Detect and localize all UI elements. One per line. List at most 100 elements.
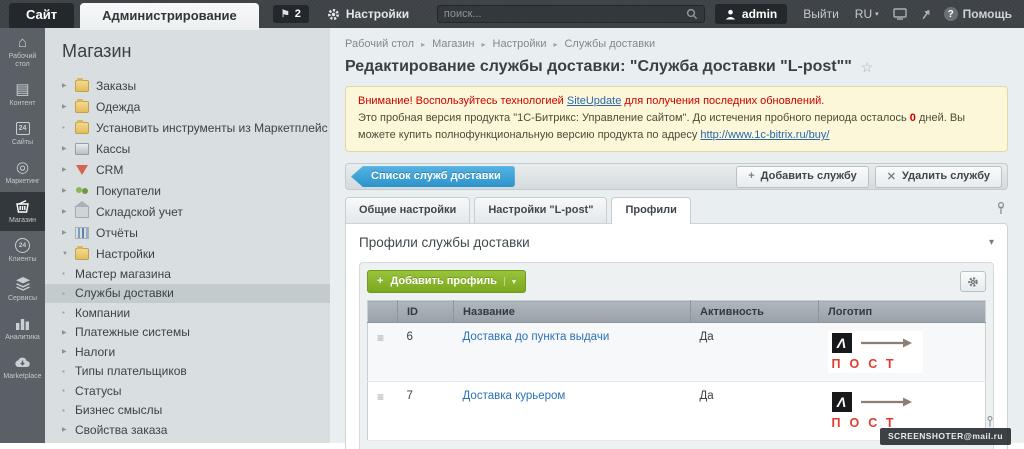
breadcrumb-link[interactable]: Рабочий стол bbox=[345, 38, 414, 50]
profile-link[interactable]: Доставка до пункта выдачи bbox=[463, 331, 610, 343]
breadcrumb-link[interactable]: Настройки bbox=[493, 38, 547, 50]
admin-tab[interactable]: Администрирование bbox=[80, 3, 259, 30]
submenu-item-payer-types[interactable]: ▪ Типы плательщиков bbox=[62, 362, 330, 382]
lpost-logo: Λ ПОСТ bbox=[827, 390, 923, 433]
menu-item-settings[interactable]: ▼ Настройки bbox=[62, 243, 330, 264]
clients-24-icon: 24 bbox=[1, 236, 44, 254]
topbar: Сайт Администрирование ⚑ 2 Настройки adm… bbox=[0, 0, 1024, 30]
rail-label: Аналитика bbox=[5, 334, 40, 342]
column-header-id[interactable]: ID bbox=[397, 300, 454, 324]
rail-item-sites[interactable]: 24 Сайты bbox=[0, 114, 45, 153]
submenu-item-business-meanings[interactable]: ▪ Бизнес смыслы bbox=[62, 401, 330, 421]
siteupdate-link[interactable]: SiteUpdate bbox=[567, 95, 621, 107]
menu-item-install-tools[interactable]: ▪ Установить инструменты из Маркетплейс bbox=[62, 117, 330, 138]
language-selector[interactable]: RU ▾ bbox=[855, 7, 879, 21]
search-input[interactable] bbox=[443, 8, 686, 20]
rail-item-analytics[interactable]: Аналитика bbox=[0, 309, 45, 348]
question-icon: ? bbox=[943, 7, 958, 21]
notification-count: 2 bbox=[294, 8, 301, 20]
chevron-down-icon: ▾ bbox=[504, 276, 516, 286]
expand-icon[interactable]: ▶ bbox=[62, 208, 75, 215]
submenu-item-statuses[interactable]: ▪ Статусы bbox=[62, 381, 330, 401]
menu-item-label: Платежные системы bbox=[75, 325, 190, 340]
buy-link[interactable]: http://www.1c-bitrix.ru/buy/ bbox=[700, 129, 829, 141]
tab-profiles[interactable]: Профили bbox=[611, 197, 691, 225]
column-header-name[interactable]: Название bbox=[453, 300, 691, 324]
store-menu-panel: Магазин ▶ Заказы ▶ Одежда ▪ Установить и… bbox=[45, 28, 330, 443]
notifications-button[interactable]: ⚑ 2 bbox=[272, 5, 309, 23]
cell-active: Да bbox=[690, 322, 819, 383]
add-service-button[interactable]: + Добавить службу bbox=[736, 165, 869, 188]
submenu-item-companies[interactable]: ▪ Компании bbox=[62, 303, 330, 323]
submenu-item-delivery-services[interactable]: ▪ Службы доставки bbox=[45, 283, 330, 303]
expand-icon[interactable]: ▶ bbox=[62, 426, 75, 433]
cell-id: 7 bbox=[397, 381, 454, 442]
tab-general-settings[interactable]: Общие настройки bbox=[345, 197, 471, 224]
settings-label: Настройки bbox=[345, 7, 410, 21]
expand-icon[interactable]: ▶ bbox=[62, 348, 75, 355]
cell-id: 6 bbox=[397, 322, 454, 383]
submenu-item-order-properties[interactable]: ▶ Свойства заказа bbox=[62, 420, 330, 440]
breadcrumb-link[interactable]: Магазин bbox=[432, 38, 474, 50]
submenu-item-store-wizard[interactable]: ▪ Мастер магазина bbox=[62, 264, 330, 284]
rail-item-content[interactable]: ▤ Контент bbox=[0, 75, 45, 114]
site-tab[interactable]: Сайт bbox=[9, 3, 75, 28]
add-profile-button[interactable]: + Добавить профиль ▾ bbox=[367, 270, 527, 294]
expand-icon[interactable]: ▶ bbox=[62, 329, 75, 336]
user-menu-button[interactable]: admin bbox=[714, 4, 788, 24]
menu-item-clothes[interactable]: ▶ Одежда bbox=[62, 96, 330, 117]
submenu-item-order-archiving[interactable]: ▪ Архивирование заказов bbox=[62, 440, 330, 443]
menu-item-label: Службы доставки bbox=[75, 286, 174, 301]
bullet-icon: ▪ bbox=[62, 405, 65, 415]
rail-item-marketplace[interactable]: Marketplace bbox=[0, 348, 45, 387]
menu-item-label: Бизнес смыслы bbox=[75, 403, 163, 418]
column-header-active[interactable]: Активность bbox=[690, 300, 819, 324]
pin-panel-button[interactable] bbox=[921, 8, 932, 21]
topbar-settings-button[interactable]: Настройки bbox=[327, 7, 409, 21]
rail-item-marketing[interactable]: ◎ Маркетинг bbox=[0, 153, 45, 192]
menu-item-reports[interactable]: ▶ Отчёты bbox=[62, 222, 330, 243]
rail-item-desktop[interactable]: ⌂ Рабочий стол bbox=[0, 28, 45, 75]
expand-icon[interactable]: ▶ bbox=[62, 82, 75, 89]
menu-item-customers[interactable]: ▶ Покупатели bbox=[62, 180, 330, 201]
arrow-right-icon bbox=[860, 338, 912, 348]
pin-form-button[interactable] bbox=[996, 202, 1006, 220]
topbar-search[interactable] bbox=[436, 5, 705, 23]
menu-item-label: Компании bbox=[75, 305, 131, 320]
menu-item-orders[interactable]: ▶ Заказы bbox=[62, 75, 330, 96]
help-button[interactable]: ? Помощь bbox=[943, 7, 1012, 21]
drag-handle-icon[interactable]: ≡ bbox=[377, 331, 384, 345]
menu-item-warehouse[interactable]: ▶ Складской учет bbox=[62, 200, 330, 222]
expand-icon[interactable]: ▶ bbox=[62, 229, 75, 236]
delete-service-button[interactable]: ✕ Удалить службу bbox=[874, 165, 1002, 188]
delivery-list-button[interactable]: Список служб доставки bbox=[351, 166, 515, 188]
expand-icon[interactable]: ▶ bbox=[62, 187, 75, 194]
drag-column-header bbox=[367, 300, 398, 324]
drag-handle-icon[interactable]: ≡ bbox=[377, 390, 384, 404]
grid-settings-button[interactable] bbox=[960, 271, 986, 293]
submenu-item-taxes[interactable]: ▶ Налоги bbox=[62, 342, 330, 362]
rail-item-store[interactable]: Магазин bbox=[0, 192, 45, 232]
menu-item-crm[interactable]: ▶ CRM bbox=[62, 159, 330, 180]
expand-icon[interactable]: ▶ bbox=[62, 145, 75, 152]
desktop-view-button[interactable] bbox=[892, 8, 907, 20]
help-label: Помощь bbox=[962, 7, 1012, 21]
collapse-icon[interactable]: ▼ bbox=[62, 251, 75, 257]
tab-lpost-settings[interactable]: Настройки "L-post" bbox=[474, 197, 608, 224]
folder-icon bbox=[75, 77, 89, 92]
gear-icon bbox=[968, 276, 978, 287]
rail-item-clients[interactable]: 24 Клиенты bbox=[0, 231, 45, 270]
collapse-section-icon[interactable]: ▾ bbox=[989, 237, 994, 248]
favorite-star-icon[interactable]: ☆ bbox=[861, 59, 874, 76]
expand-icon[interactable]: ▶ bbox=[62, 103, 75, 110]
menu-item-cash-registers[interactable]: ▶ Кассы bbox=[62, 138, 330, 159]
menu-item-label: Кассы bbox=[96, 141, 131, 156]
bar-chart-icon bbox=[1, 314, 44, 332]
profile-link[interactable]: Доставка курьером bbox=[463, 390, 566, 402]
column-header-logo[interactable]: Логотип bbox=[818, 300, 986, 324]
logout-link[interactable]: Выйти bbox=[803, 7, 839, 21]
submenu-item-payment-systems[interactable]: ▶ Платежные системы bbox=[62, 323, 330, 343]
funnel-icon bbox=[76, 164, 88, 175]
rail-item-services[interactable]: Сервисы bbox=[0, 270, 45, 309]
expand-icon[interactable]: ▶ bbox=[62, 166, 75, 173]
